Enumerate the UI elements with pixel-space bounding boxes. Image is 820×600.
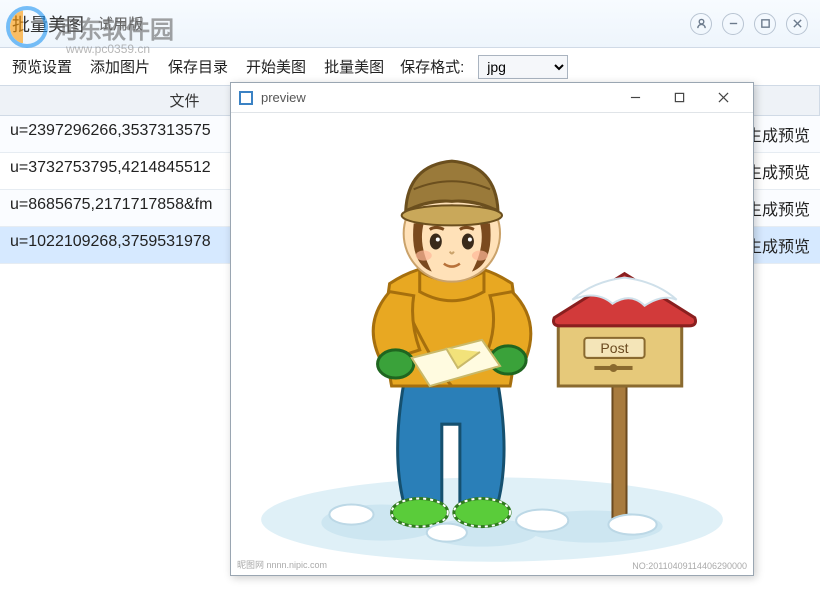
save-dir-button[interactable]: 保存目录 — [166, 54, 230, 79]
maximize-button[interactable] — [754, 13, 776, 35]
preview-settings-button[interactable]: 预览设置 — [10, 54, 74, 79]
trial-label: 试用版 — [98, 13, 143, 34]
start-beautify-button[interactable]: 开始美图 — [244, 54, 308, 79]
preview-image: Post — [231, 113, 753, 575]
minimize-button[interactable] — [722, 13, 744, 35]
preview-title: preview — [261, 90, 306, 105]
preview-window: preview Post — [230, 82, 754, 576]
titlebar: 批量美图 试用版 — [0, 0, 820, 48]
preview-maximize-button[interactable] — [657, 83, 701, 113]
app-title: 批量美图 — [12, 11, 84, 37]
preview-minimize-button[interactable] — [613, 83, 657, 113]
preview-app-icon — [239, 91, 253, 105]
preview-watermark-left: 昵图网 nnnn.nipic.com — [237, 558, 327, 571]
add-image-button[interactable]: 添加图片 — [88, 54, 152, 79]
preview-close-button[interactable] — [701, 83, 745, 113]
close-button[interactable] — [786, 13, 808, 35]
cartoon-boy-mailbox-icon: Post — [231, 113, 753, 575]
batch-beautify-button[interactable]: 批量美图 — [322, 54, 386, 79]
format-label: 保存格式: — [400, 56, 464, 77]
preview-titlebar[interactable]: preview — [231, 83, 753, 113]
preview-watermark-right: NO:20110409114406290000 — [632, 561, 747, 571]
svg-text:Post: Post — [600, 340, 628, 356]
format-select[interactable]: jpg — [478, 55, 568, 79]
user-icon[interactable] — [690, 13, 712, 35]
toolbar: 预览设置 添加图片 保存目录 开始美图 批量美图 保存格式: jpg — [0, 48, 820, 86]
